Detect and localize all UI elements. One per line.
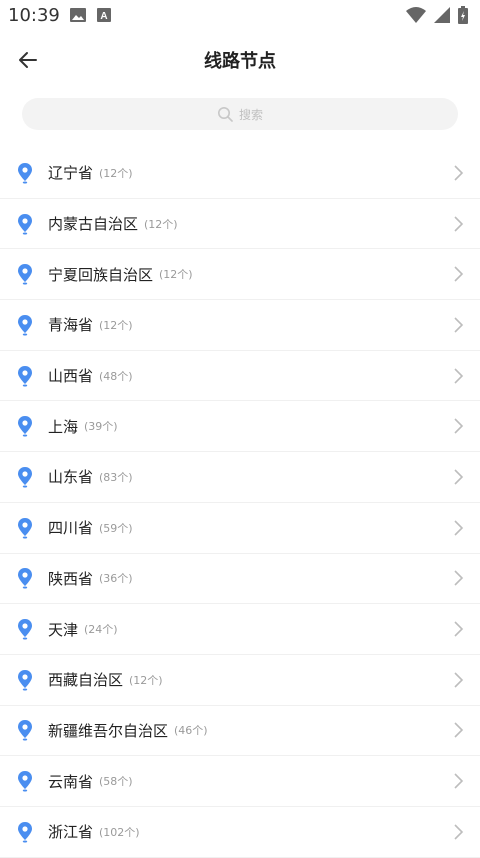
chevron-right-icon (454, 722, 464, 738)
location-pin-icon (18, 162, 32, 184)
list-item[interactable]: 宁夏回族自治区 (12个) (0, 249, 480, 301)
region-count: (59个) (99, 521, 133, 535)
wifi-icon (406, 7, 426, 23)
region-name: 内蒙古自治区 (48, 215, 139, 234)
list-item[interactable]: 山东省 (83个) (0, 452, 480, 503)
location-pin-icon (18, 568, 32, 589)
status-time: 10:39 (8, 4, 60, 26)
location-pin-icon (18, 314, 32, 336)
list-item[interactable]: 辽宁省 (12个) (0, 148, 480, 199)
region-name: 浙江省 (48, 823, 94, 842)
region-count: (48个) (99, 369, 133, 383)
region-name: 云南省 (48, 772, 94, 791)
list-item[interactable]: 云南省 (58个) (0, 756, 480, 807)
region-name: 山东省 (48, 468, 94, 487)
chevron-right-icon (454, 621, 464, 637)
chevron-right-icon (454, 469, 464, 485)
region-count: (12个) (99, 318, 133, 332)
svg-text:A: A (100, 11, 107, 22)
region-count: (102个) (99, 825, 140, 839)
region-name: 陕西省 (48, 569, 94, 588)
gallery-icon (69, 8, 86, 22)
region-count: (39个) (84, 420, 118, 434)
location-pin-icon (18, 264, 32, 285)
region-count: (46个) (174, 724, 208, 738)
region-count: (24个) (84, 623, 118, 637)
chevron-right-icon (454, 418, 464, 434)
list-item[interactable]: 上海 (39个) (0, 401, 480, 453)
location-pin-icon (18, 669, 32, 691)
region-count: (12个) (159, 268, 193, 282)
search-placeholder: 搜索 (238, 107, 263, 122)
location-pin-icon (18, 365, 32, 387)
search-icon (217, 107, 233, 122)
region-name: 新疆维吾尔自治区 (48, 721, 169, 740)
list-item[interactable]: 山西省 (48个) (0, 351, 480, 402)
chevron-right-icon (454, 773, 464, 789)
list-item[interactable]: 浙江省 (102个) (0, 807, 480, 858)
chevron-right-icon (454, 672, 464, 688)
location-pin-icon (18, 466, 32, 488)
location-pin-icon (18, 720, 32, 741)
region-name: 四川省 (48, 519, 94, 538)
list-item[interactable]: 新疆维吾尔自治区 (46个) (0, 706, 480, 757)
page-title: 线路节点 (204, 51, 276, 72)
chevron-right-icon (454, 165, 464, 181)
chevron-right-icon (454, 824, 464, 840)
region-count: (83个) (99, 470, 133, 484)
region-name: 青海省 (48, 316, 94, 335)
location-pin-icon (18, 771, 32, 792)
region-name: 西藏自治区 (48, 671, 124, 690)
location-pin-icon (18, 517, 32, 539)
list-item[interactable]: 四川省 (59个) (0, 503, 480, 554)
list-item[interactable]: 天津 (24个) (0, 604, 480, 655)
region-count: (36个) (99, 572, 133, 586)
region-list: 辽宁省 (12个) 内蒙古自治区 (12个) 宁夏回族自治区 (12个) 青海省… (0, 148, 480, 858)
location-pin-icon (18, 619, 32, 640)
list-item[interactable]: 陕西省 (36个) (0, 554, 480, 605)
chevron-right-icon (454, 317, 464, 333)
back-arrow-icon[interactable] (14, 46, 42, 74)
chevron-right-icon (454, 570, 464, 586)
list-item[interactable]: 青海省 (12个) (0, 300, 480, 351)
chevron-right-icon (454, 520, 464, 536)
status-right (406, 6, 468, 24)
search-area: 搜索 (0, 90, 480, 130)
location-pin-icon (18, 821, 32, 843)
location-pin-icon (18, 213, 32, 235)
chevron-right-icon (454, 368, 464, 384)
status-left: 10:39 A (8, 5, 112, 26)
region-name: 上海 (48, 417, 79, 436)
location-pin-icon (18, 416, 32, 437)
chevron-right-icon (454, 266, 464, 282)
region-name: 山西省 (48, 367, 94, 386)
list-item[interactable]: 内蒙古自治区 (12个) (0, 199, 480, 250)
chevron-right-icon (454, 215, 464, 232)
list-item[interactable]: 西藏自治区 (12个) (0, 655, 480, 706)
region-count: (12个) (144, 217, 178, 231)
signal-icon (434, 7, 450, 23)
region-count: (12个) (129, 673, 163, 687)
status-bar: 10:39 A (0, 0, 480, 30)
battery-icon (458, 6, 468, 24)
region-name: 辽宁省 (48, 164, 94, 183)
region-name: 宁夏回族自治区 (48, 265, 154, 284)
search-input[interactable]: 搜索 (22, 98, 458, 130)
header: 线路节点 (0, 30, 480, 90)
region-count: (12个) (99, 166, 133, 180)
font-icon: A (96, 8, 111, 22)
region-name: 天津 (48, 620, 79, 639)
region-count: (58个) (99, 775, 133, 789)
